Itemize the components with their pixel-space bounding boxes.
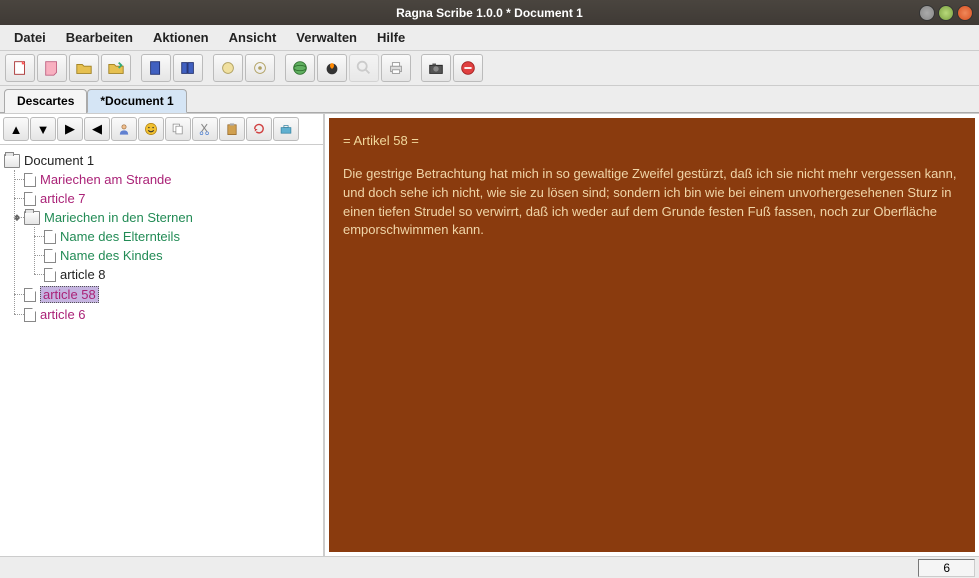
menubar: Datei Bearbeiten Aktionen Ansicht Verwal… [0, 25, 979, 51]
copy-icon[interactable] [165, 117, 191, 141]
stop-icon[interactable] [453, 54, 483, 82]
page-icon [24, 288, 36, 302]
tree-node[interactable]: Name des Kindes [44, 246, 319, 265]
search-icon[interactable] [349, 54, 379, 82]
tree-node[interactable]: Mariechen am Strande [24, 170, 319, 189]
open2-icon[interactable] [101, 54, 131, 82]
document-tree[interactable]: Document 1 Mariechen am Strande article … [0, 145, 323, 556]
tree-node-selected[interactable]: article 58 [24, 284, 319, 305]
page-icon [24, 308, 36, 322]
document-tabs: Descartes *Document 1 [0, 86, 979, 113]
tree-node-label[interactable]: Name des Kindes [60, 248, 163, 263]
tree-toolbar: ▲ ▼ ▶ ◀ [0, 114, 323, 145]
tree-node-label[interactable]: article 58 [40, 286, 99, 303]
status-value: 6 [918, 559, 975, 577]
menu-datei[interactable]: Datei [6, 27, 54, 48]
tree-node-label[interactable]: article 7 [40, 191, 86, 206]
tree-node[interactable]: article 8 [44, 265, 319, 284]
ball1-icon[interactable] [213, 54, 243, 82]
page-icon [44, 230, 56, 244]
cut-icon[interactable] [192, 117, 218, 141]
minimize-button[interactable] [919, 5, 935, 21]
left-arrow-icon[interactable]: ◀ [84, 117, 110, 141]
print-icon[interactable] [381, 54, 411, 82]
tab-descartes[interactable]: Descartes [4, 89, 87, 113]
user-icon[interactable] [111, 117, 137, 141]
tab-document1[interactable]: *Document 1 [87, 89, 186, 113]
text-editor[interactable]: = Artikel 58 = Die gestrige Betrachtung … [329, 118, 975, 552]
up-icon[interactable]: ▲ [3, 117, 29, 141]
camera-icon[interactable] [421, 54, 451, 82]
tree-node-label[interactable]: Document 1 [24, 153, 94, 168]
maximize-button[interactable] [938, 5, 954, 21]
tree-node-label[interactable]: Mariechen in den Sternen [44, 210, 193, 225]
folder-icon [4, 154, 20, 168]
statusbar: 6 [0, 556, 979, 578]
page-icon [44, 268, 56, 282]
page-icon [24, 173, 36, 187]
folder-icon [24, 211, 40, 225]
tree-root-node[interactable]: Document 1 [4, 151, 319, 170]
editor-panel: = Artikel 58 = Die gestrige Betrachtung … [325, 114, 979, 556]
fire-icon[interactable] [317, 54, 347, 82]
refresh-icon[interactable] [246, 117, 272, 141]
right-arrow-icon[interactable]: ▶ [57, 117, 83, 141]
tree-node[interactable]: Name des Elternteils [44, 227, 319, 246]
ball2-icon[interactable] [245, 54, 275, 82]
tree-node-label[interactable]: Name des Elternteils [60, 229, 180, 244]
globe-icon[interactable] [285, 54, 315, 82]
tree-node-label[interactable]: article 8 [60, 267, 106, 282]
page-icon [44, 249, 56, 263]
new-icon[interactable] [5, 54, 35, 82]
tree-node[interactable]: article 7 [24, 189, 319, 208]
tree-node[interactable]: article 6 [24, 305, 319, 324]
titlebar: Ragna Scribe 1.0.0 * Document 1 [0, 0, 979, 25]
menu-hilfe[interactable]: Hilfe [369, 27, 413, 48]
books-icon[interactable] [173, 54, 203, 82]
tree-panel: ▲ ▼ ▶ ◀ Document 1 Mariechen am Strande [0, 114, 325, 556]
close-button[interactable] [957, 5, 973, 21]
expander-icon[interactable]: ◆ [12, 213, 22, 223]
toolbox-icon[interactable] [273, 117, 299, 141]
menu-verwalten[interactable]: Verwalten [288, 27, 365, 48]
note-icon[interactable] [37, 54, 67, 82]
editor-body: Die gestrige Betrachtung hat mich in so … [343, 165, 961, 240]
window-title: Ragna Scribe 1.0.0 * Document 1 [396, 6, 583, 20]
menu-bearbeiten[interactable]: Bearbeiten [58, 27, 141, 48]
open-icon[interactable] [69, 54, 99, 82]
tree-node-label[interactable]: Mariechen am Strande [40, 172, 172, 187]
toolbar [0, 51, 979, 86]
down-icon[interactable]: ▼ [30, 117, 56, 141]
smiley-icon[interactable] [138, 117, 164, 141]
book-icon[interactable] [141, 54, 171, 82]
page-icon [24, 192, 36, 206]
tree-node-label[interactable]: article 6 [40, 307, 86, 322]
paste-icon[interactable] [219, 117, 245, 141]
editor-heading: = Artikel 58 = [343, 132, 961, 151]
tree-folder-node[interactable]: ◆ Mariechen in den Sternen [24, 208, 319, 227]
menu-aktionen[interactable]: Aktionen [145, 27, 217, 48]
menu-ansicht[interactable]: Ansicht [221, 27, 285, 48]
